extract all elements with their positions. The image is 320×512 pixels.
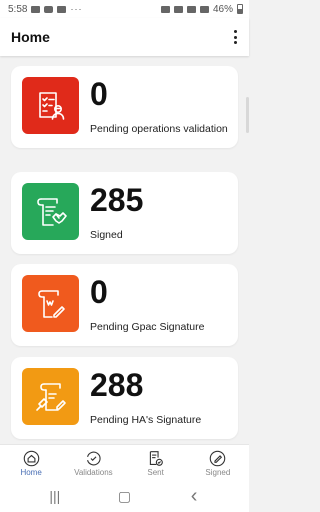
card-count: 288 [90,367,144,403]
mute-icon [173,5,183,13]
nav-label: Home [20,468,42,477]
scrollbar[interactable] [246,97,249,133]
wifi-icon [186,5,196,13]
battery-icon [237,4,243,14]
card-label: Pending operations validation [90,123,228,135]
card-label: Pending HA's Signature [90,414,202,426]
bottom-navigation: Home Validations Sent Signed [0,444,249,480]
more-notifications-indicator: ··· [70,4,83,14]
pending-gpac-signature-card[interactable]: 0 Pending Gpac Signature [11,264,238,346]
alarm-icon [160,5,170,13]
card-count: 0 [90,76,108,112]
nav-label: Sent [147,468,164,477]
pending-operations-validation-card[interactable]: 0 Pending operations validation [11,66,238,148]
gallery-notification-icon [31,5,41,13]
nav-home[interactable]: Home [0,445,62,480]
card-label: Signed [90,229,123,241]
document-pen-icon [22,275,79,332]
status-time: 5:58 [8,3,28,15]
youtube-notification-icon [44,5,54,13]
back-button[interactable]: ‹ [174,485,214,508]
validations-icon [86,451,101,466]
user-checklist-icon [22,77,79,134]
status-bar: 5:58 ··· 46% [0,0,249,18]
sent-document-icon [149,451,163,466]
home-button[interactable]: ▢ [104,488,144,505]
card-label: Pending Gpac Signature [90,321,205,333]
card-count: 0 [90,274,108,310]
page-title: Home [11,29,50,45]
pending-ha-signature-card[interactable]: 288 Pending HA's Signature [11,357,238,439]
gavel-document-icon [22,368,79,425]
signal-icon [199,5,209,13]
card-count: 285 [90,182,144,218]
home-icon [23,450,39,467]
overflow-menu-icon[interactable] [231,30,239,44]
nav-signed[interactable]: Signed [187,445,249,480]
status-left: 5:58 ··· [8,4,82,15]
nav-sent[interactable]: Sent [125,445,187,480]
app-bar: Home [0,18,249,56]
nav-label: Signed [205,468,231,477]
status-right: 46% [160,3,243,15]
recents-button[interactable]: ||| [35,488,75,504]
nav-validations[interactable]: Validations [62,445,124,480]
battery-percentage: 46% [212,3,233,15]
mail-notification-icon [57,5,67,13]
signed-pen-icon [210,450,226,467]
signed-card[interactable]: 285 Signed [11,172,238,254]
system-navigation-bar: ||| ▢ ‹ [0,480,249,512]
signed-document-icon [22,183,79,240]
nav-label: Validations [74,468,113,477]
